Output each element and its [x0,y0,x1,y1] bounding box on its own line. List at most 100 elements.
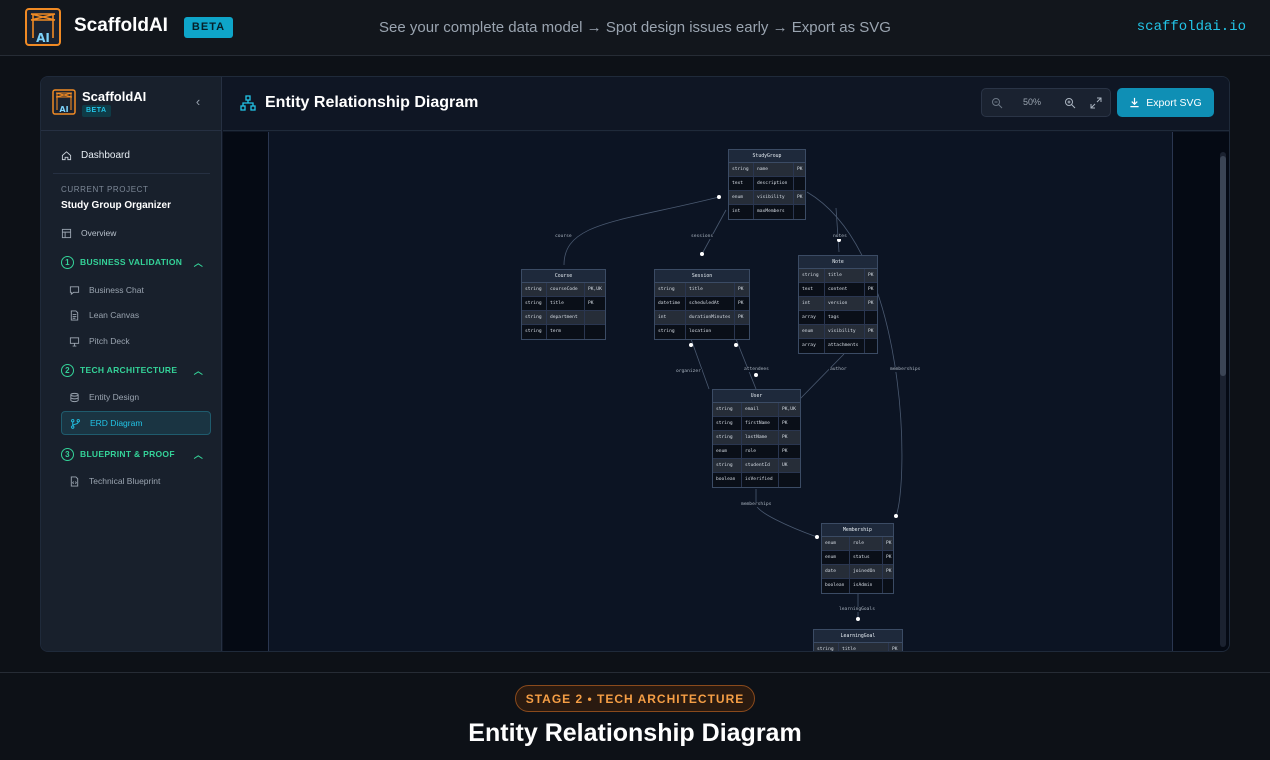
erd-table-title: LearningGoal [814,630,902,643]
erd-field: email [742,403,779,416]
erd-table-note[interactable]: Note string title PK text content PK int vers… [798,255,878,354]
erd-key: PK [886,569,892,574]
erd-type: string [655,283,686,296]
erd-table-studygroup[interactable]: StudyGroup string name PK text description … [728,149,806,220]
erd-row: text description [729,177,805,191]
erd-key [865,339,868,353]
erd-key [735,325,738,339]
erd-field: role [742,445,779,458]
footer-title: Entity Relationship Diagram [468,719,802,747]
nav-business-chat[interactable]: Business Chat [69,281,144,299]
app-window: AI ScaffoldAI BETA ‹ Dashboard CURRENT P… [40,76,1230,652]
erd-field: version [825,297,865,310]
erd-field: lastName [742,431,779,444]
nav-dashboard[interactable]: Dashboard [53,143,210,167]
scrollbar-thumb[interactable] [1220,156,1226,376]
erd-type: boolean [713,473,742,487]
erd-row: datetime scheduledAt PK [655,297,749,311]
erd-row: string title PK [655,283,749,297]
erd-type: enum [822,551,850,564]
chevron-up-icon: ︿ [193,449,203,460]
relation-label: attendees [743,367,770,372]
nav-overview[interactable]: Overview [61,224,116,242]
database-icon [70,392,79,402]
nav-entity-design[interactable]: Entity Design [69,388,139,406]
sidebar-header: AI ScaffoldAI BETA ‹ [41,77,222,131]
erd-type: boolean [822,579,850,593]
erd-key: PK [782,421,788,426]
erd-row: string courseCode PK,UK [522,283,605,297]
erd-row: array attachments [799,339,877,353]
erd-field: role [850,537,883,550]
section-business-validation[interactable]: 1 BUSINESS VALIDATION ︿ [61,254,203,270]
erd-type: string [713,417,742,430]
section-label: BUSINESS VALIDATION [80,257,183,267]
erd-row: int durationMinutes PK [655,311,749,325]
erd-field: isAdmin [850,579,883,593]
erd-row: string title PK [522,297,605,311]
erd-table-learninggoal[interactable]: LearningGoal string title PK [813,629,903,652]
erd-field: title [686,283,735,296]
erd-table-membership[interactable]: Membership enum role PK enum status PK date j… [821,523,894,594]
nav-technical-blueprint[interactable]: Technical Blueprint [69,472,160,490]
erd-row: array tags [799,311,877,325]
section-label: TECH ARCHITECTURE [80,365,178,375]
zoom-level: 50% [1022,97,1041,107]
stage-badge: STAGE 2 • TECH ARCHITECTURE [515,685,755,712]
erd-key: PK [868,287,874,292]
erd-row: int maxMembers [729,205,805,219]
erd-type: string [522,297,547,310]
file-code-icon [70,475,79,487]
nav-erd-diagram[interactable]: ERD Diagram [61,411,211,435]
erd-field: tags [825,311,865,324]
erd-type: text [799,283,825,296]
nav-item-label: Technical Blueprint [89,476,161,486]
erd-table-course[interactable]: Course string courseCode PK,UK string title… [521,269,606,340]
erd-table-session[interactable]: Session string title PK datetime scheduledA… [654,269,750,340]
zoom-in-icon[interactable] [1064,97,1076,109]
relation-label: notes [832,234,848,239]
erd-table-user[interactable]: User string email PK,UK string firstName PK … [712,389,801,488]
erd-row: string title PK [814,643,902,652]
erd-field: courseCode [547,283,585,296]
section-tech-architecture[interactable]: 2 TECH ARCHITECTURE ︿ [61,362,203,378]
erd-key: PK [797,195,803,200]
erd-field: description [754,177,794,190]
nav-lean-canvas[interactable]: Lean Canvas [69,306,139,324]
zoom-out-icon[interactable] [991,97,1003,109]
erd-field: visibility [825,325,865,338]
erd-canvas[interactable]: StudyGroup string name PK text description … [223,132,1229,652]
erd-key [865,311,868,324]
erd-field: term [547,325,585,339]
erd-table-title: Session [655,270,749,283]
section-blueprint-proof[interactable]: 3 BLUEPRINT & PROOF ︿ [61,446,203,462]
erd-field: maxMembers [754,205,794,219]
hierarchy-icon [240,95,256,111]
erd-type: int [729,205,754,219]
erd-row: enum visibility PK [799,325,877,339]
erd-type: int [655,311,686,324]
erd-key: PK [797,167,803,172]
erd-row: text content PK [799,283,877,297]
erd-field: title [839,643,889,651]
collapse-sidebar-icon[interactable]: ‹ [191,95,205,109]
erd-key: PK [868,329,874,334]
sidebar-beta-badge: BETA [82,105,111,117]
erd-field: name [754,163,794,176]
erd-row: int version PK [799,297,877,311]
nav-item-label: Entity Design [89,392,140,402]
site-link[interactable]: scaffoldai.io [1137,19,1246,35]
erd-key [585,311,588,324]
nav-pitch-deck[interactable]: Pitch Deck [69,332,130,350]
erd-field: joinedOn [850,565,883,578]
footer: STAGE 2 • TECH ARCHITECTURE Entity Relat… [0,672,1270,760]
erd-row: enum visibility PK [729,191,805,205]
sidebar-brand: ScaffoldAI [82,89,147,104]
erd-row: string location [655,325,749,339]
fit-screen-icon[interactable] [1090,97,1102,109]
erd-type: string [713,459,742,472]
erd-key: PK [892,647,898,652]
erd-table-title: StudyGroup [729,150,805,163]
export-svg-button[interactable]: Export SVG [1117,88,1214,117]
erd-key [883,579,886,593]
